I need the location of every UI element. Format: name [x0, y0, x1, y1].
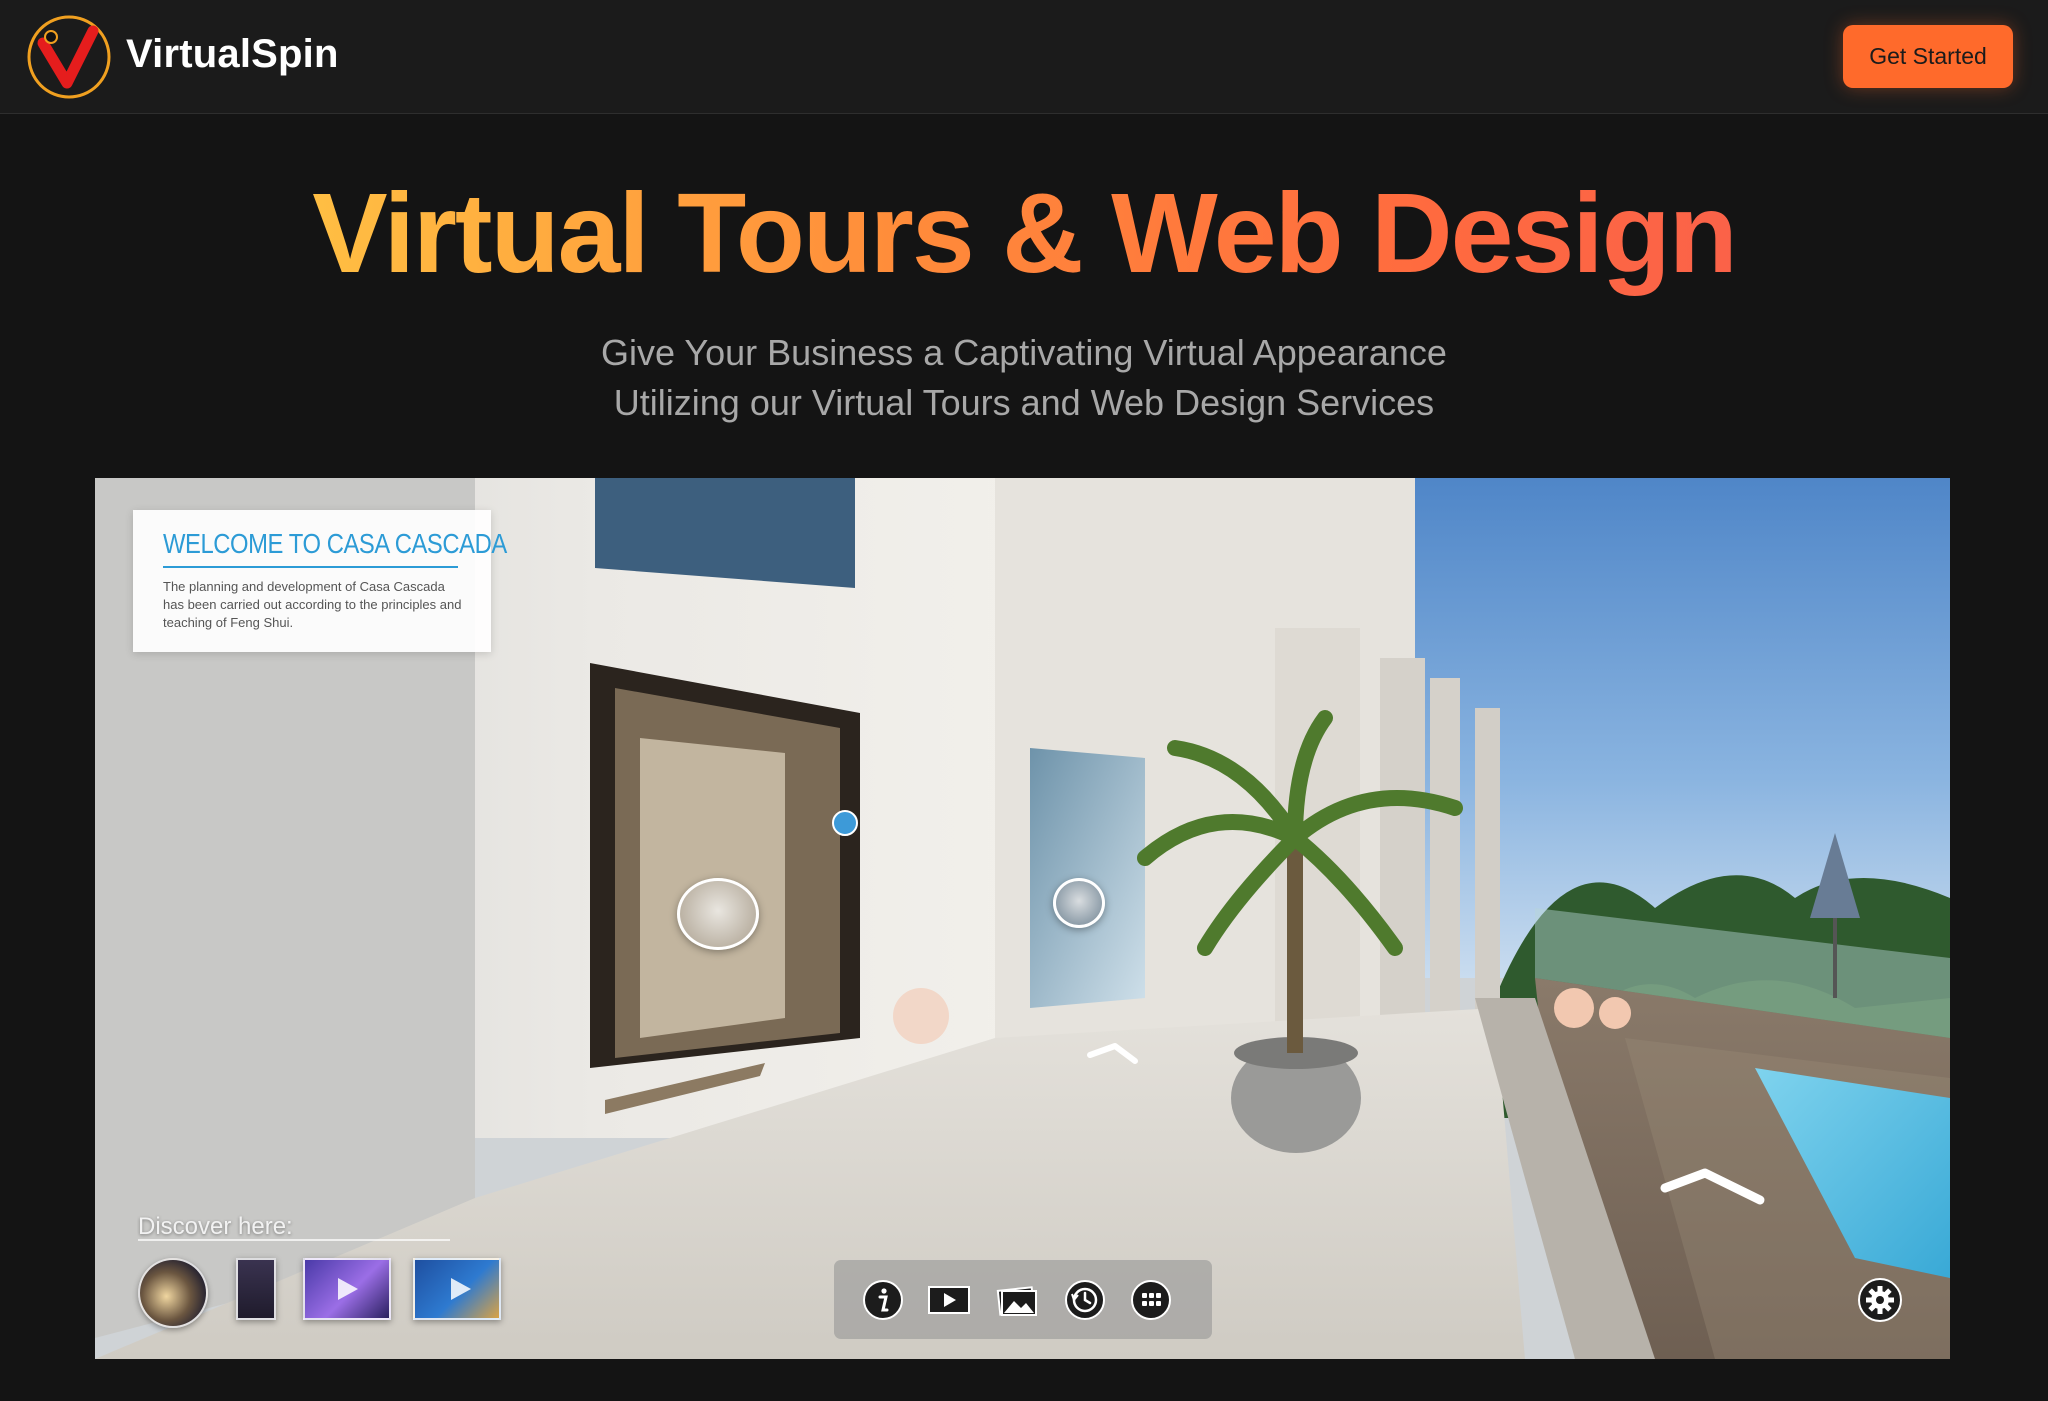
discover-label: Discover here: — [138, 1213, 293, 1240]
entrance-hotspot[interactable] — [677, 878, 759, 950]
grid-icon[interactable] — [1130, 1279, 1172, 1321]
hero-title: Virtual Tours & Web Design — [0, 168, 2048, 298]
welcome-divider — [163, 566, 458, 568]
hero-subtitle-line-1: Give Your Business a Captivating Virtual… — [601, 332, 1447, 373]
pool-video-thumb[interactable] — [303, 1258, 391, 1320]
virtualspin-logo-icon[interactable] — [25, 13, 113, 101]
site-header: VirtualSpin Get Started — [0, 0, 2048, 114]
hero-subtitle-line-2: Utilizing our Virtual Tours and Web Desi… — [613, 382, 1435, 423]
discover-divider — [138, 1239, 450, 1241]
dark-room-thumb[interactable] — [236, 1258, 276, 1320]
play-icon — [451, 1278, 471, 1300]
tour-toolbar — [834, 1260, 1212, 1339]
get-started-button[interactable]: Get Started — [1843, 25, 2013, 88]
night-courtyard-thumb[interactable] — [138, 1258, 208, 1328]
welcome-description: The planning and development of Casa Cas… — [163, 579, 462, 630]
hero-subtitle: Give Your Business a Captivating Virtual… — [0, 328, 2048, 428]
play-icon[interactable] — [928, 1279, 970, 1321]
info-icon[interactable] — [862, 1279, 904, 1321]
gear-icon[interactable] — [1857, 1277, 1903, 1323]
history-icon[interactable] — [1064, 1279, 1106, 1321]
welcome-info-card: WELCOME TO CASA CASCADA The planning and… — [133, 510, 507, 652]
brand-name[interactable]: VirtualSpin — [126, 32, 339, 77]
virtual-tour-viewer[interactable]: WELCOME TO CASA CASCADA The planning and… — [95, 478, 1950, 1359]
glass-door-hotspot[interactable] — [1053, 878, 1105, 928]
welcome-title: WELCOME TO CASA CASCADA — [163, 528, 507, 559]
gallery-icon[interactable] — [996, 1279, 1038, 1321]
terrace-video-thumb[interactable] — [413, 1258, 501, 1320]
play-icon — [338, 1278, 358, 1300]
